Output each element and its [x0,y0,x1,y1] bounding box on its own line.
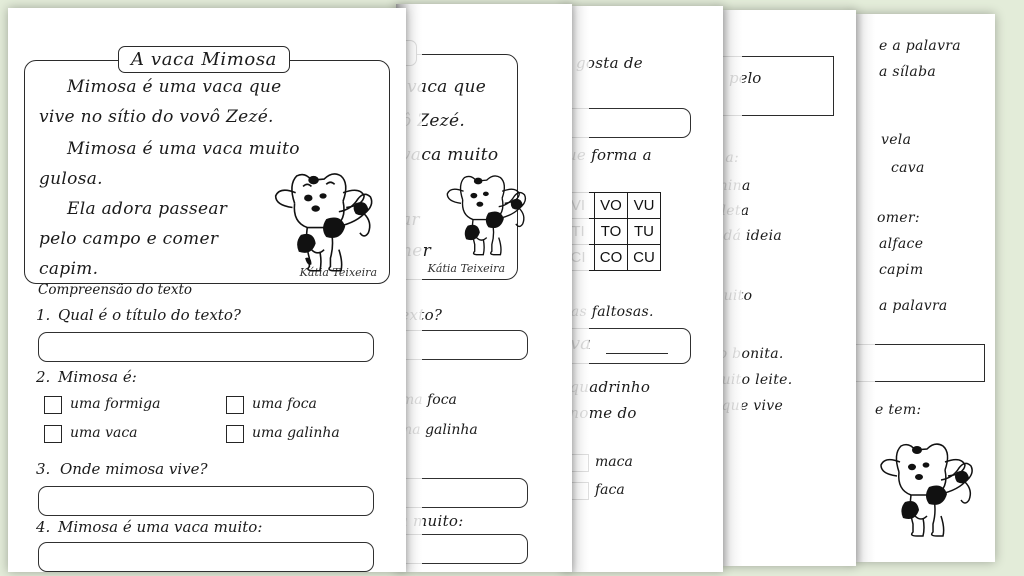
sheet3-line-2: abas faltosas. [563,304,654,320]
sheet5-line-5: alface [879,236,924,252]
sheet5-line-4: omer: [877,210,920,226]
text-line-2: Mimosa é uma vaca muito [67,139,300,159]
checkbox-icon[interactable] [226,425,244,443]
sheet4-line-6: muito leite. [716,372,793,388]
question-2-prompt: Mimosa é: [58,368,137,386]
question-2-option-0: uma formiga [70,396,161,412]
sheet3-fill-in-box[interactable]: va [563,328,691,364]
sheet2-q4-fragment: ca muito: [396,512,464,530]
worksheet-page-5: e a palavra a sílaba vela cava omer: alf… [849,14,995,562]
table-row: TI TO TU [563,218,661,245]
sheet3-line-4: o nome do [563,404,637,422]
sheet5-answer-box[interactable] [849,344,985,382]
sheet3-answer-box-1[interactable] [563,108,691,138]
sheet5-line-8: e tem: [875,402,922,418]
sheet3-fill-in-prefix: va [570,333,591,354]
sheet4-word-box[interactable]: pelo [716,56,834,116]
worksheet-page-2: osa vaca que ô Zezé. vaca muito ar ner K… [396,4,572,572]
sheet2-answer-box-2[interactable] [396,478,528,508]
sheet5-line-2: vela [881,132,912,148]
sheet3-option-0: maca [595,454,633,470]
sheet2-line-1: ô Zezé. [401,111,466,131]
checkbox-icon[interactable] [571,454,589,472]
worksheet-page-4: pelo e a: enina ioleta e dá ideia muito … [716,10,856,566]
section-heading: Compreensão do texto [38,282,193,298]
checkbox-icon[interactable] [571,482,589,500]
sheet3-fill-in-blank[interactable] [606,347,668,354]
syllable-cell: VU [627,192,661,219]
question-3-number: 3. [36,460,51,478]
sheet2-answer-box-1[interactable] [396,330,528,360]
question-2-option-3: uma galinha [252,425,340,441]
worksheet-page-3: u gosta de que forma a VI VO VU TI TO TU… [563,6,723,572]
syllable-cell: VO [594,192,628,219]
syllable-cell: TO [594,218,628,245]
sheet2-answer-box-3[interactable] [396,534,528,564]
cow-illustration-icon [869,432,981,538]
checkbox-icon[interactable] [226,396,244,414]
question-4-answer-input[interactable] [38,542,374,572]
sheet5-line-1: a sílaba [879,64,936,80]
sheet3-line-0: u gosta de [563,54,643,72]
sheet3-line-1: que forma a [563,146,652,164]
question-3-prompt: Onde mimosa vive? [60,460,208,478]
sheet2-line-0: vaca que [407,77,487,97]
table-row: VI VO VU [563,192,661,219]
syllable-cell: CO [594,244,628,271]
question-3-answer-input[interactable] [38,486,374,516]
page-title: A vaca Mimosa [118,46,291,73]
sheet4-line-5: ito bonita. [716,346,784,362]
sheet2-line-2: vaca muito [401,145,499,165]
question-1-number: 1. [36,306,51,324]
cow-illustration-icon [437,165,533,257]
question-2-option-2: uma vaca [70,425,138,441]
question-4-prompt: Mimosa é uma vaca muito: [58,518,263,536]
syllable-cell: TU [627,218,661,245]
sheet3-line-3: o quadrinho [563,378,651,396]
syllable-cell: CU [627,244,661,271]
reading-text-box: Mimosa é uma vaca que vive no sítio do v… [24,60,390,284]
sheet5-line-6: capim [879,262,924,278]
text-line-3: gulosa. [39,169,103,189]
text-line-6: capim. [39,259,99,279]
question-1-prompt: Qual é o título do texto? [58,306,241,324]
text-line-5: pelo campo e comer [39,229,219,249]
checkbox-icon[interactable] [44,396,62,414]
sheet5-line-0: e a palavra [879,38,961,54]
text-line-0: Mimosa é uma vaca que [67,77,282,97]
sheet5-line-3: cava [891,160,925,176]
question-4-number: 4. [36,518,51,536]
syllable-table: VI VO VU TI TO TU CI CO CU [563,192,661,271]
sheet5-line-7: a palavra [879,298,948,314]
sheet2-option-1: uma galinha [396,422,478,438]
sheet2-author: Kátia Teixeira [427,262,505,275]
sheet2-text-box: vaca que ô Zezé. vaca muito ar ner Kátia… [396,54,527,280]
worksheet-page-1: A vaca Mimosa Mimosa é uma vaca que vive… [8,8,406,572]
cow-illustration-icon [263,161,381,273]
sheet3-option-1: faca [595,482,625,498]
checkbox-icon[interactable] [44,425,62,443]
sheet4-boxed-word: pelo [729,69,762,87]
text-line-1: vive no sítio do vovô Zezé. [39,107,274,127]
sheet4-line-3: e dá ideia [716,228,783,244]
screenshot-canvas: e a palavra a sílaba vela cava omer: alf… [0,0,1024,576]
table-row: CI CO CU [563,244,661,271]
text-line-4: Ela adora passear [67,199,228,219]
question-1-answer-input[interactable] [38,332,374,362]
sheet4-line-7: a que vive [716,398,784,414]
question-2-option-1: uma foca [252,396,317,412]
question-2-number: 2. [36,368,51,386]
